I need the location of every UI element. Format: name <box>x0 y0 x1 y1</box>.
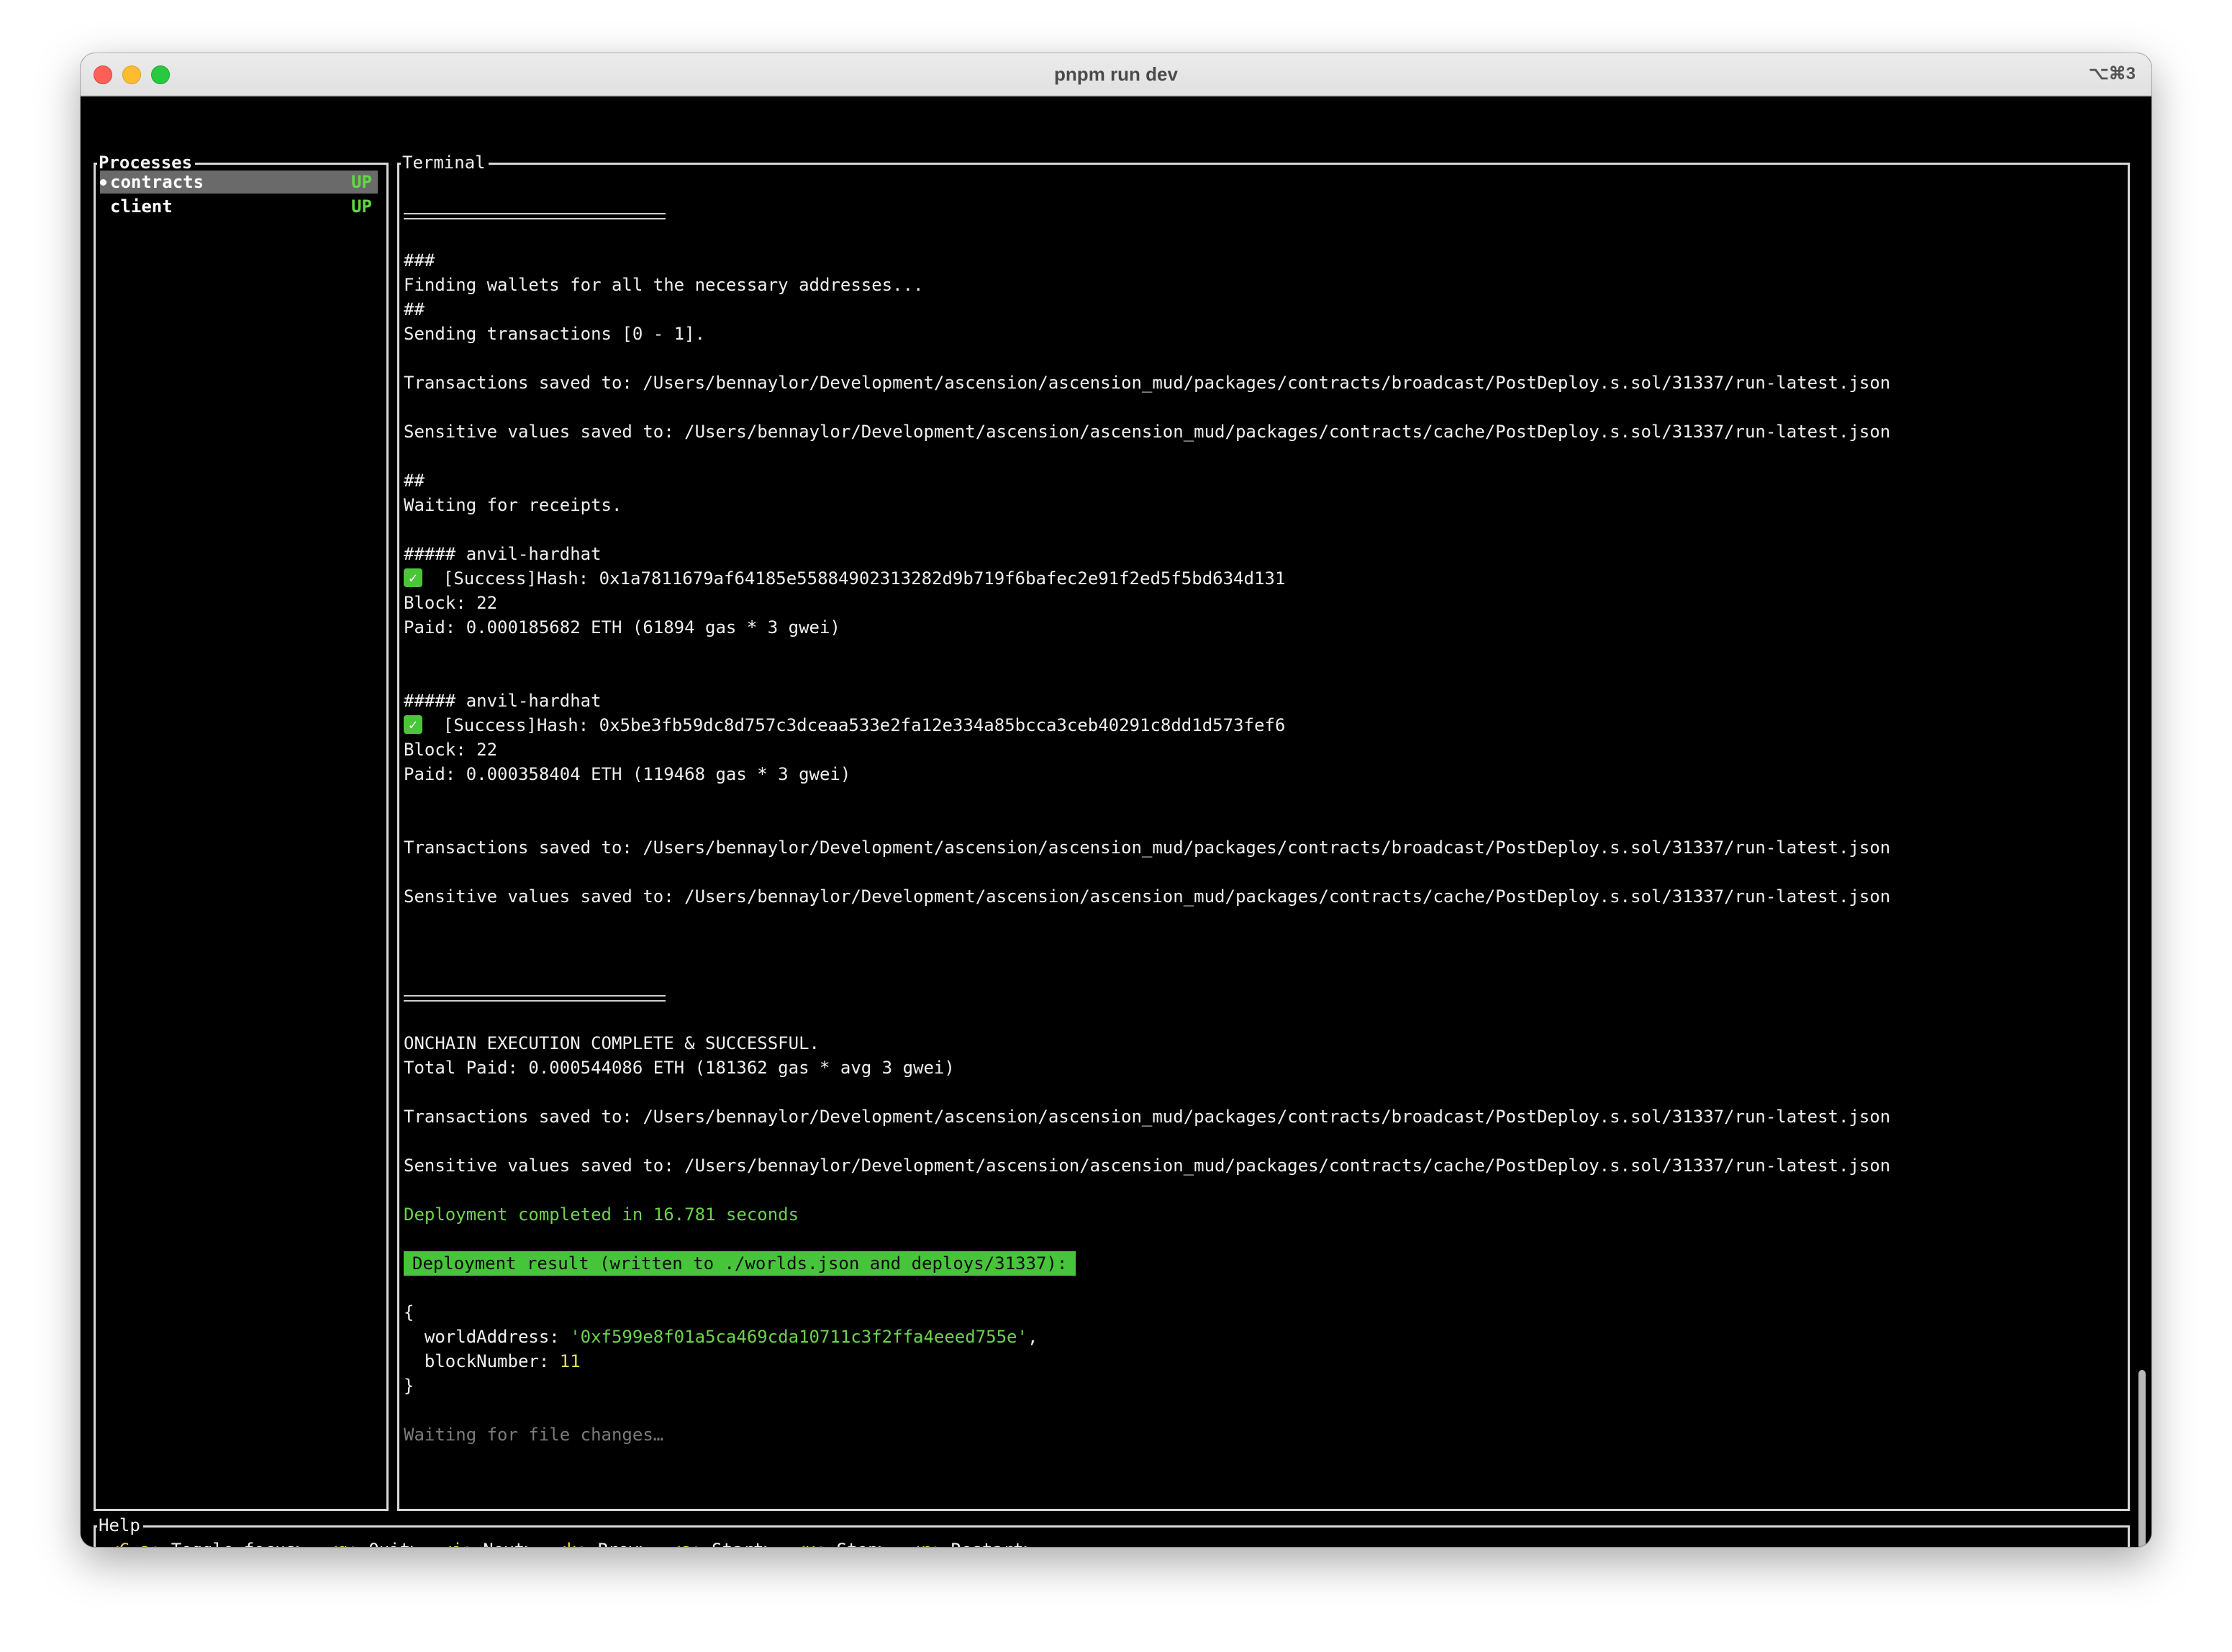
tx-hash: [Success]Hash: 0x5be3fb59dc8d757c3dceaa5… <box>443 715 1286 735</box>
title-bar: pnpm run dev ⌥⌘3 <box>81 53 2151 96</box>
separator-rule <box>404 213 666 219</box>
window-shortcut: ⌥⌘3 <box>2088 64 2136 83</box>
log-line: Sending transactions [0 - 1]. <box>404 324 706 344</box>
shortcut-action: Quit> <box>358 1540 420 1547</box>
window-title: pnpm run dev <box>1054 63 1178 85</box>
shortcut-action: Restart> <box>940 1540 1035 1547</box>
shortcut-action: Next> <box>473 1540 535 1547</box>
scrollbar-thumb[interactable] <box>2138 1370 2146 1547</box>
processes-panel: Processes contracts UP client UP <box>94 152 389 1511</box>
shortcut-key: <j: <box>441 1540 472 1547</box>
terminal-area: Processes contracts UP client UP Termina… <box>81 96 2151 1547</box>
process-item-contracts[interactable]: contracts UP <box>100 171 378 194</box>
shortcut-key: <k: <box>555 1540 586 1547</box>
separator-rule <box>404 995 666 1002</box>
process-name: contracts <box>110 172 204 192</box>
world-address-line: worldAddress: '0xf599e8f01a5ca469cda1071… <box>404 1325 1038 1349</box>
shortcut-key: <x: <box>795 1540 826 1547</box>
deployment-time: Deployment completed in 16.781 seconds <box>404 1204 799 1225</box>
shortcut-key: <s: <box>670 1540 701 1547</box>
help-panel-label: Help <box>97 1515 143 1536</box>
log-line: Transactions saved to: /Users/bennaylor/… <box>404 373 1891 393</box>
shortcut-key: <r: <box>909 1540 940 1547</box>
json-brace: } <box>404 1376 414 1396</box>
log-line: Transactions saved to: /Users/bennaylor/… <box>404 838 1891 858</box>
tx-block: Block: 22 <box>404 740 498 760</box>
terminal-window: pnpm run dev ⌥⌘3 Processes contracts UP … <box>81 53 2151 1547</box>
shortcut-action: Stop> <box>826 1540 889 1547</box>
log-line: ## <box>404 299 425 319</box>
shortcut-key: <q: <box>327 1540 358 1547</box>
process-name: client <box>110 196 173 217</box>
tx-header: ##### anvil-hardhat <box>404 544 602 564</box>
tx-hash-line: ✓ [Success]Hash: 0x1a7811679af64185e5588… <box>404 566 1285 591</box>
log-line: Sensitive values saved to: /Users/bennay… <box>404 886 1891 907</box>
world-address-key: worldAddress: <box>404 1327 571 1347</box>
log-line: ONCHAIN EXECUTION COMPLETE & SUCCESSFUL. <box>404 1033 820 1053</box>
log-line: Waiting for receipts. <box>404 495 622 515</box>
block-number-key: blockNumber: <box>404 1351 560 1371</box>
log-line: Finding wallets for all the necessary ad… <box>404 275 924 295</box>
log-line: ## <box>404 471 425 491</box>
tx-hash: [Success]Hash: 0x1a7811679af64185e558849… <box>443 568 1286 589</box>
log-line: Sensitive values saved to: /Users/bennay… <box>404 422 1891 442</box>
block-number-line: blockNumber: 11 <box>404 1349 581 1374</box>
help-panel: Help <C-a: Toggle focus> <q: Quit> <j: N… <box>94 1515 2130 1547</box>
log-line: ### <box>404 250 435 271</box>
success-check-icon: ✓ <box>404 715 422 734</box>
success-check-icon: ✓ <box>404 568 422 587</box>
log-line: Total Paid: 0.000544086 ETH (181362 gas … <box>404 1058 955 1078</box>
log-line: Transactions saved to: /Users/bennaylor/… <box>404 1107 1891 1127</box>
log-line: Sensitive values saved to: /Users/bennay… <box>404 1156 1891 1176</box>
tx-hash-line: ✓ [Success]Hash: 0x5be3fb59dc8d757c3dcea… <box>404 713 1285 738</box>
terminal-panel-label: Terminal <box>401 152 489 173</box>
world-address-value: '0xf599e8f01a5ca469cda10711c3f2ffa4eeed7… <box>570 1327 1027 1347</box>
terminal-panel[interactable]: Terminal ### Finding wallets for all the… <box>397 152 2130 1511</box>
tx-paid: Paid: 0.000185682 ETH (61894 gas * 3 gwe… <box>404 617 840 637</box>
waiting-status: Waiting for file changes… <box>404 1425 664 1445</box>
shortcut-action: Prev> <box>587 1540 649 1547</box>
process-item-client[interactable]: client UP <box>100 195 378 218</box>
json-brace: { <box>404 1302 414 1322</box>
shortcut-key: <C-a: <box>109 1540 160 1547</box>
deployment-result-banner: Deployment result (written to ./worlds.j… <box>404 1251 1076 1276</box>
process-status: UP <box>351 196 372 217</box>
tx-header: ##### anvil-hardhat <box>404 691 602 711</box>
process-status: UP <box>351 172 372 192</box>
help-shortcuts: <C-a: Toggle focus> <q: Quit> <j: Next> … <box>109 1538 1034 1547</box>
selected-dot-icon <box>100 179 106 186</box>
shortcut-action: Start> <box>702 1540 774 1547</box>
comma: , <box>1027 1327 1038 1347</box>
tx-block: Block: 22 <box>404 593 498 613</box>
shortcut-action: Toggle focus> <box>160 1540 307 1547</box>
tx-paid: Paid: 0.000358404 ETH (119468 gas * 3 gw… <box>404 764 851 784</box>
block-number-value: 11 <box>559 1351 581 1371</box>
